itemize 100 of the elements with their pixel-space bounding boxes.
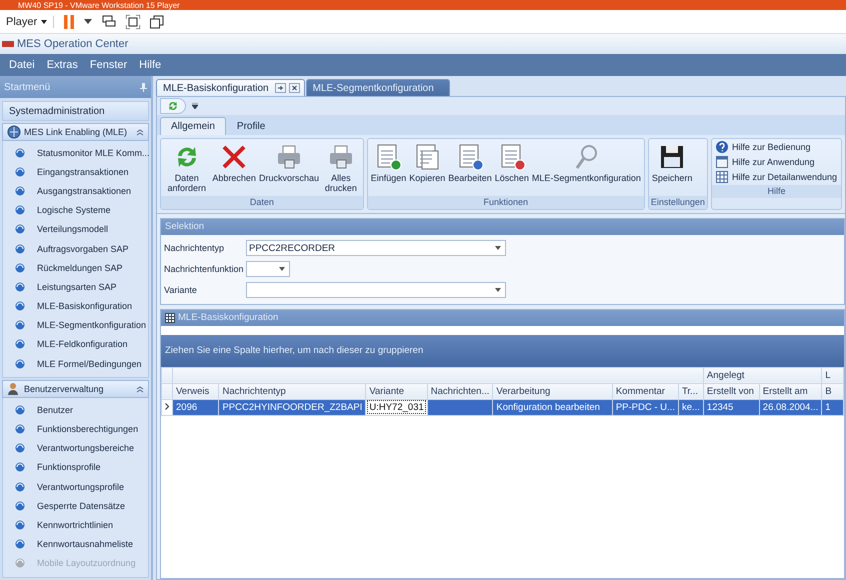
dropdown-field[interactable] — [246, 282, 506, 298]
ribbon-button[interactable]: Löschen — [494, 141, 530, 186]
sidebar-item[interactable]: MLE Formel/Bedingungen — [3, 354, 148, 374]
column-header[interactable]: Nachrichten... — [427, 383, 493, 400]
sidebar-item[interactable]: Eingangstransaktionen — [3, 162, 148, 182]
ribbon-button[interactable]: Daten anfordern — [163, 141, 210, 196]
column-header[interactable]: Variante — [366, 383, 428, 400]
sidebar-group-header[interactable]: MES Link Enabling (MLE) — [2, 123, 149, 141]
close-icon[interactable] — [288, 83, 300, 93]
sphere-icon — [15, 462, 25, 472]
menu-item[interactable]: Extras — [40, 59, 84, 71]
ribbon-tab[interactable]: Allgemein — [160, 117, 226, 135]
sidebar-item[interactable]: Statusmonitor MLE Komm... — [3, 143, 148, 162]
sidebar-item[interactable]: Verantwortungsprofile — [3, 477, 148, 496]
sidebar-item[interactable]: MLE-Feldkonfiguration — [3, 334, 148, 354]
sidebar-item[interactable]: Gesperrte Datensätze — [3, 496, 148, 516]
sphere-icon — [15, 443, 25, 454]
windows-icon[interactable] — [150, 14, 164, 28]
ribbon-button[interactable]: Speichern — [650, 141, 694, 186]
sidebar-item[interactable]: Verantwortungsbereiche — [3, 438, 148, 458]
sidebar-item[interactable]: MLE-Segmentkonfiguration — [3, 316, 148, 335]
ribbon-group-label: Funktionen — [368, 196, 644, 209]
field-label: Nachrichtentyp — [164, 243, 226, 254]
field-label: Nachrichtenfunktion — [164, 264, 245, 274]
document-tab[interactable]: MLE-Basiskonfiguration — [156, 79, 305, 96]
sidebar-item[interactable]: Logische Systeme — [3, 200, 148, 220]
help-icon — [716, 141, 728, 153]
sphere-icon — [15, 320, 25, 330]
column-header[interactable]: Tr... — [678, 383, 704, 400]
sphere-icon — [15, 244, 25, 254]
table-icon — [165, 312, 175, 323]
sphere-icon — [15, 186, 25, 196]
sidebar-item[interactable]: Kennwortausnahmeliste — [3, 534, 148, 554]
caret-icon[interactable] — [84, 19, 92, 24]
fullscreen-icon[interactable] — [126, 14, 140, 28]
table-cell: U:HY72_031 — [366, 399, 428, 416]
dropdown-field[interactable] — [246, 261, 290, 278]
help-link[interactable]: Hilfe zur Bedienung — [716, 141, 837, 153]
sidebar-item[interactable]: Ausgangstransaktionen — [3, 181, 148, 201]
table-cell: Konfiguration bearbeiten — [492, 399, 612, 416]
ribbon-button[interactable]: Einfügen — [370, 141, 408, 186]
ribbon-button[interactable]: Bearbeiten — [447, 141, 493, 186]
column-header[interactable]: Erstellt am — [759, 383, 822, 400]
table-cell: 12345 — [703, 399, 760, 416]
ribbon-tab[interactable]: Profile — [226, 117, 276, 135]
column-header[interactable]: Verarbeitung — [492, 383, 612, 400]
ribbon-button[interactable]: Alles drucken — [320, 141, 361, 196]
refresh-button[interactable] — [160, 98, 186, 114]
sphere-icon — [15, 224, 25, 234]
row-indicator-icon — [165, 402, 169, 410]
sphere-icon — [15, 166, 25, 177]
table-cell: PP-PDC - U... — [612, 399, 678, 416]
column-header[interactable]: Verweis — [172, 383, 219, 400]
sidebar-item[interactable]: Funktionsprofile — [3, 458, 148, 477]
sidebar-section[interactable]: Systemadministration — [2, 101, 149, 121]
sidebar-group-header[interactable]: Benutzerverwaltung — [2, 380, 149, 398]
customize-icon[interactable] — [192, 103, 198, 109]
sidebar-item[interactable]: Funktionsberechtigungen — [3, 419, 148, 439]
ribbon-button[interactable]: Abbrechen — [211, 141, 257, 186]
ribbon-button[interactable]: MLE-Segmentkonfiguration — [530, 141, 642, 186]
band-header: Angelegt — [703, 367, 822, 384]
dropdown-field[interactable]: PPCC2RECORDER — [246, 240, 506, 256]
sphere-icon — [15, 520, 25, 530]
menu-item[interactable]: Fenster — [84, 59, 134, 71]
sphere-icon — [15, 358, 25, 369]
collapse-icon — [136, 386, 144, 393]
help-link[interactable]: Hilfe zur Detailanwendung — [716, 171, 837, 183]
pause-icon[interactable] — [64, 14, 74, 28]
column-header[interactable]: Kommentar — [612, 383, 678, 400]
row-header[interactable] — [162, 399, 172, 416]
help-link[interactable]: Hilfe zur Anwendung — [716, 156, 837, 168]
player-menu-button[interactable]: Player — [6, 16, 54, 28]
column-header[interactable]: Erstellt von — [703, 383, 760, 400]
column-header[interactable]: Nachrichtentyp — [218, 383, 366, 400]
ribbon-group-label: Einstellungen — [648, 196, 707, 209]
sidebar-item[interactable]: Kennwortrichtlinien — [3, 515, 148, 535]
menu-item[interactable]: Datei — [3, 59, 41, 71]
ribbon-button[interactable]: Kopieren — [408, 141, 446, 186]
sphere-icon — [15, 539, 25, 550]
sidebar-item[interactable]: Auftragsvorgaben SAP — [3, 238, 148, 258]
sidebar-item[interactable]: Benutzer — [3, 400, 148, 420]
table-cell: 26.08.2004... — [759, 399, 822, 416]
sphere-icon — [15, 482, 25, 492]
menu-item[interactable]: Hilfe — [133, 59, 168, 71]
panel-title: MLE-Basiskonfiguration — [178, 312, 278, 324]
table-cell: ke... — [678, 399, 704, 416]
refresh-icon — [167, 100, 179, 112]
ribbon-group-label: Daten — [161, 196, 363, 209]
table-cell: PPCC2HYINFOORDER_Z2BAPI — [218, 399, 366, 416]
sidebar-item[interactable]: MLE-Basiskonfiguration — [3, 296, 148, 316]
sidebar-item[interactable]: Leistungsarten SAP — [3, 277, 148, 296]
window-title: MW40 SP19 - VMware Workstation 15 Player — [18, 0, 180, 10]
sphere-icon — [15, 148, 25, 158]
app-title: MES Operation Center — [17, 38, 128, 50]
devices-icon[interactable] — [102, 15, 116, 28]
document-tab[interactable]: MLE-Segmentkonfiguration — [306, 79, 450, 96]
caret-icon — [495, 246, 501, 250]
sidebar-item[interactable]: Rückmeldungen SAP — [3, 258, 148, 278]
ribbon-button[interactable]: Druckvorschau — [258, 141, 320, 186]
sidebar-item[interactable]: Verteilungsmodell — [3, 220, 148, 239]
